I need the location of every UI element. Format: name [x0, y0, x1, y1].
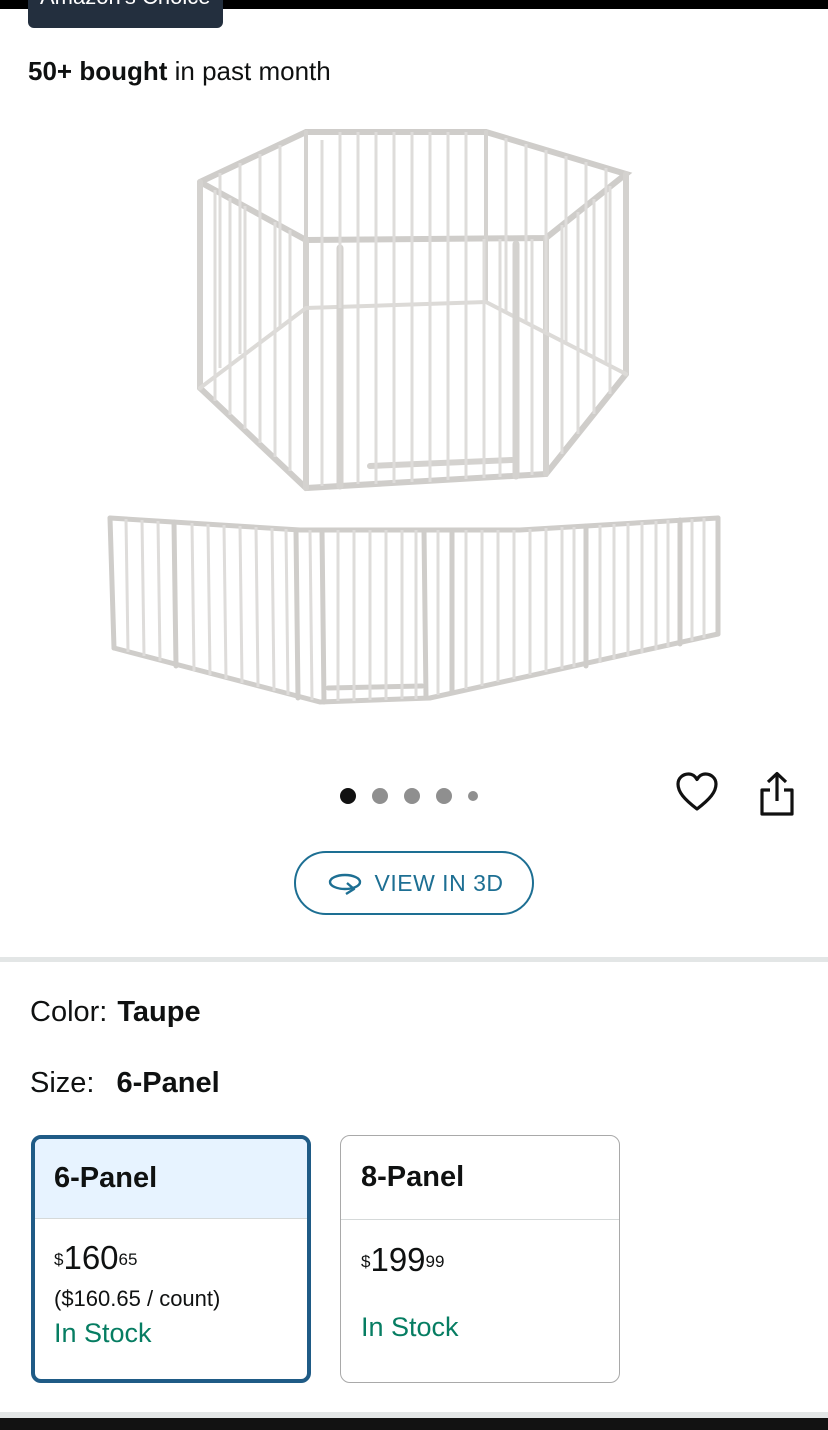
color-value: Taupe [117, 996, 201, 1028]
image-pagination-dots[interactable] [340, 786, 478, 806]
page-dot-4[interactable] [436, 788, 452, 804]
size-option-price: $19999 [361, 1242, 619, 1278]
view-in-3d-label: VIEW IN 3D [374, 869, 504, 896]
rotate-3d-icon [328, 873, 361, 896]
share-icon [760, 771, 794, 816]
price-currency: $ [361, 1252, 371, 1271]
size-option-6-panel[interactable]: 6-Panel $16065 ($160.65 / count) In Stoc… [31, 1135, 311, 1383]
price-fraction: 65 [118, 1250, 138, 1269]
share-button[interactable] [754, 770, 800, 820]
page-dot-1[interactable] [340, 788, 356, 804]
price-fraction: 99 [425, 1252, 445, 1271]
bought-in-past-month: 50+ bought in past month [28, 56, 331, 87]
price-whole: 160 [63, 1239, 119, 1276]
page-dot-5[interactable] [468, 791, 478, 801]
add-to-wishlist-button[interactable] [674, 770, 720, 816]
heart-icon [676, 772, 718, 811]
size-value: 6-Panel [116, 1067, 220, 1099]
size-option-price: $16065 [54, 1240, 307, 1276]
view-in-3d-button[interactable]: VIEW IN 3D [294, 851, 534, 915]
stock-status: In Stock [361, 1312, 459, 1342]
page-dot-3[interactable] [404, 788, 420, 804]
size-option-name: 6-Panel [35, 1139, 307, 1219]
size-option-name: 8-Panel [341, 1136, 619, 1220]
color-selection: Color: Taupe [30, 996, 201, 1029]
amazons-choice-badge: Amazon's Choice [28, 0, 223, 28]
bottom-bar [0, 1412, 828, 1430]
bought-count: 50+ bought [28, 56, 168, 86]
price-currency: $ [54, 1250, 64, 1269]
price-whole: 199 [370, 1241, 426, 1278]
size-label: Size: [30, 1067, 95, 1099]
page-dot-2[interactable] [372, 788, 388, 804]
section-divider [0, 957, 828, 962]
stock-status: In Stock [54, 1318, 152, 1348]
size-option-8-panel[interactable]: 8-Panel $19999 In Stock [340, 1135, 620, 1383]
product-image-playpen[interactable] [100, 118, 730, 718]
size-selection: Size: 6-Panel [30, 1067, 220, 1100]
color-label: Color: [30, 996, 108, 1028]
unit-price: ($160.65 / count) [54, 1286, 221, 1311]
bought-suffix: in past month [167, 56, 331, 86]
